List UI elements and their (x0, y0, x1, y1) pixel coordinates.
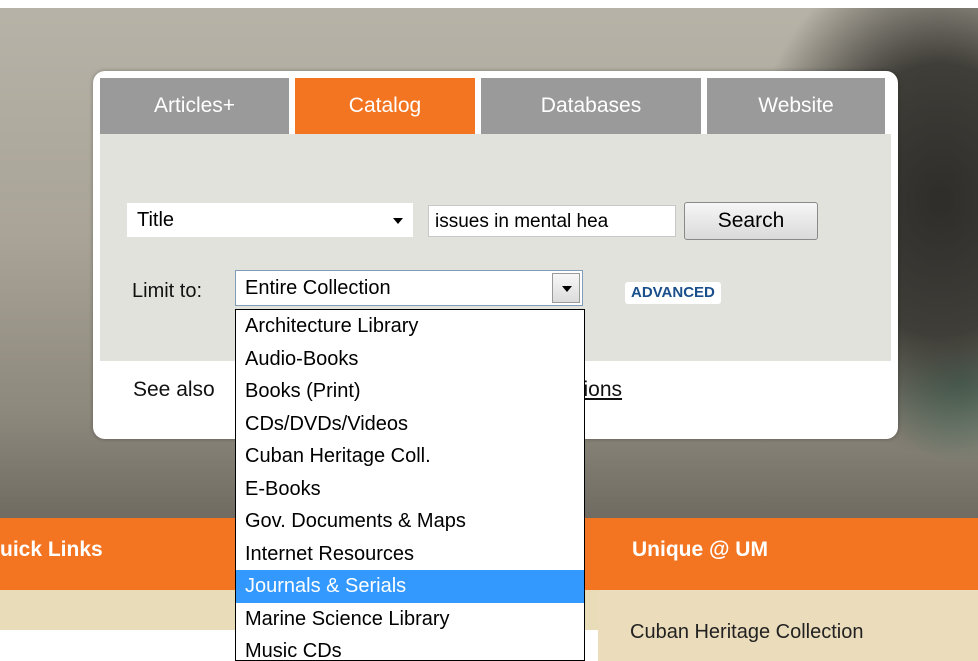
dropdown-option[interactable]: Marine Science Library (236, 603, 584, 636)
quick-links-heading: uick Links (0, 538, 103, 561)
cuban-heritage-link[interactable]: Cuban Heritage Collection (630, 621, 863, 644)
dropdown-option[interactable]: Internet Resources (236, 538, 584, 571)
dropdown-option[interactable]: Cuban Heritage Coll. (236, 440, 584, 473)
search-field-value: Title (137, 209, 175, 231)
unique-heading: Unique @ UM (632, 538, 768, 561)
limit-label: Limit to: (132, 280, 203, 302)
top-strip (0, 0, 978, 8)
dropdown-option[interactable]: Architecture Library (236, 310, 584, 343)
dropdown-option[interactable]: Audio-Books (236, 343, 584, 376)
dropdown-option[interactable]: Gov. Documents & Maps (236, 505, 584, 538)
search-input[interactable]: issues in mental hea (428, 205, 676, 237)
dropdown-arrow-button[interactable] (552, 273, 580, 303)
dropdown-option-highlighted[interactable]: Journals & Serials (236, 570, 584, 603)
dropdown-option[interactable]: E-Books (236, 473, 584, 506)
advanced-search-link[interactable]: ADVANCED (625, 282, 721, 304)
tab-website[interactable]: Website (707, 78, 885, 134)
dropdown-option[interactable]: Music CDs (236, 635, 584, 660)
search-tabs: Articles+ Catalog Databases Website (100, 78, 885, 134)
limit-select-value: Entire Collection (245, 277, 391, 299)
search-button[interactable]: Search (684, 202, 818, 240)
limit-dropdown-list[interactable]: Architecture Library Audio-Books Books (… (235, 309, 585, 661)
see-also-text: See also (133, 378, 215, 401)
tab-databases[interactable]: Databases (481, 78, 701, 134)
search-field-select[interactable]: Title (127, 203, 413, 237)
tab-articles[interactable]: Articles+ (100, 78, 289, 134)
tab-catalog[interactable]: Catalog (295, 78, 475, 134)
limit-select[interactable]: Entire Collection (235, 270, 583, 306)
dropdown-option[interactable]: CDs/DVDs/Videos (236, 408, 584, 441)
dropdown-option[interactable]: Books (Print) (236, 375, 584, 408)
chevron-down-icon (393, 218, 403, 224)
